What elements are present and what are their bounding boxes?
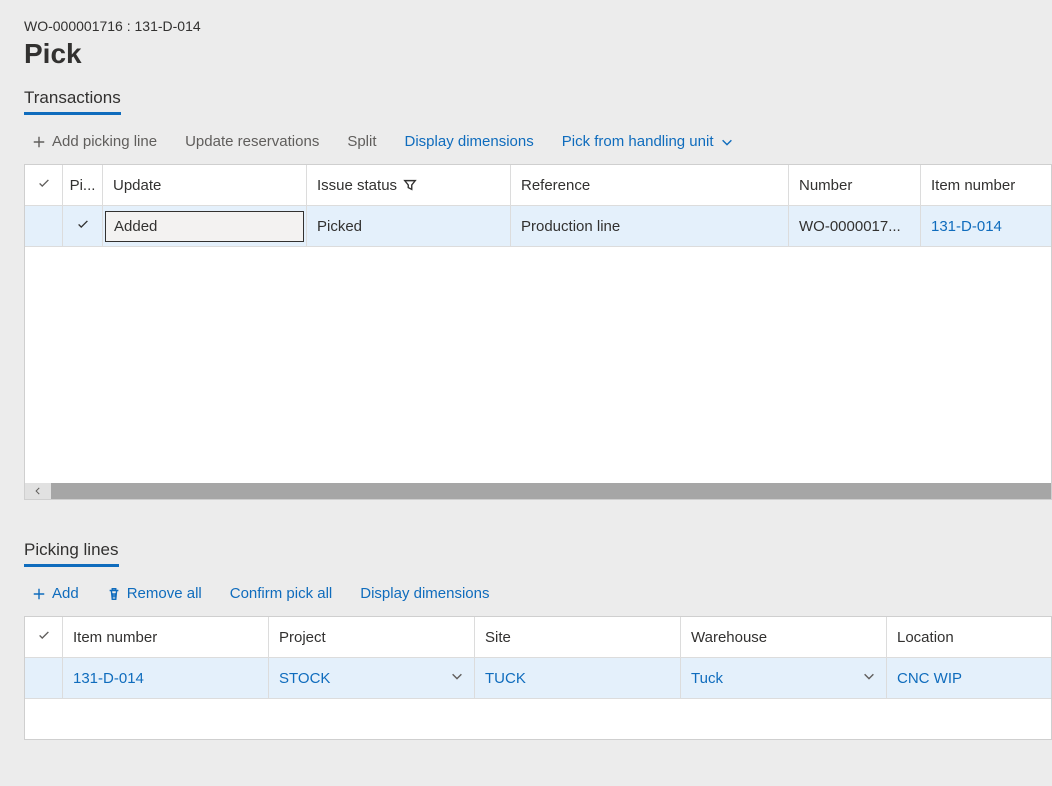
checkmark-icon bbox=[76, 217, 90, 235]
transactions-header-row: Pi... Update Issue status Reference Numb… bbox=[25, 165, 1051, 206]
add-button[interactable]: Add bbox=[32, 585, 79, 602]
chevron-down-icon bbox=[450, 669, 464, 687]
column-header-location[interactable]: Location bbox=[887, 617, 1051, 657]
update-reservations-label: Update reservations bbox=[185, 133, 319, 150]
row-select-cell[interactable] bbox=[25, 206, 63, 246]
select-all-cell[interactable] bbox=[25, 617, 63, 657]
add-label: Add bbox=[52, 585, 79, 602]
split-label: Split bbox=[347, 133, 376, 150]
picking-lines-toolbar: Add Remove all Confirm pick all Display … bbox=[24, 581, 1052, 616]
table-row[interactable]: Added Picked Production line WO-0000017.… bbox=[25, 206, 1051, 247]
row-site-cell[interactable]: TUCK bbox=[475, 658, 681, 698]
row-update-cell[interactable]: Added bbox=[103, 206, 307, 246]
picking-display-dimensions-button[interactable]: Display dimensions bbox=[360, 585, 489, 602]
add-picking-line-label: Add picking line bbox=[52, 133, 157, 150]
display-dimensions-button[interactable]: Display dimensions bbox=[405, 133, 534, 150]
chevron-down-icon bbox=[862, 669, 876, 687]
pick-from-handling-unit-menu[interactable]: Pick from handling unit bbox=[562, 133, 734, 150]
confirm-pick-all-label: Confirm pick all bbox=[230, 585, 333, 602]
row-item-number-link[interactable]: 131-D-014 bbox=[63, 658, 269, 698]
transactions-grid: Pi... Update Issue status Reference Numb… bbox=[24, 164, 1052, 500]
breadcrumb: WO-000001716 : 131-D-014 bbox=[24, 18, 1052, 34]
column-header-issue-status-label: Issue status bbox=[317, 177, 397, 194]
column-header-issue-status[interactable]: Issue status bbox=[307, 165, 511, 205]
confirm-pick-all-button[interactable]: Confirm pick all bbox=[230, 585, 333, 602]
column-header-item-number[interactable]: Item number bbox=[921, 165, 1051, 205]
checkmark-icon bbox=[37, 176, 51, 194]
row-item-number-link[interactable]: 131-D-014 bbox=[921, 206, 1051, 246]
display-dimensions-label: Display dimensions bbox=[405, 133, 534, 150]
column-header-pi[interactable]: Pi... bbox=[63, 165, 103, 205]
row-issue-status-cell[interactable]: Picked bbox=[307, 206, 511, 246]
section-heading-transactions: Transactions bbox=[24, 88, 121, 115]
filter-icon bbox=[403, 178, 417, 192]
column-header-item-number[interactable]: Item number bbox=[63, 617, 269, 657]
plus-icon bbox=[32, 135, 46, 149]
remove-all-button[interactable]: Remove all bbox=[107, 585, 202, 602]
column-header-reference[interactable]: Reference bbox=[511, 165, 789, 205]
row-location-cell[interactable]: CNC WIP bbox=[887, 658, 1051, 698]
picking-lines-grid: Item number Project Site Warehouse Locat… bbox=[24, 616, 1052, 740]
transactions-grid-body bbox=[25, 247, 1051, 483]
picking-display-dimensions-label: Display dimensions bbox=[360, 585, 489, 602]
scroll-left-button[interactable] bbox=[25, 483, 51, 499]
column-header-warehouse[interactable]: Warehouse bbox=[681, 617, 887, 657]
plus-icon bbox=[32, 587, 46, 601]
add-picking-line-button[interactable]: Add picking line bbox=[32, 133, 157, 150]
picking-lines-grid-body bbox=[25, 699, 1051, 739]
picking-lines-header-row: Item number Project Site Warehouse Locat… bbox=[25, 617, 1051, 658]
row-warehouse-value: Tuck bbox=[691, 670, 723, 687]
select-all-cell[interactable] bbox=[25, 165, 63, 205]
checkmark-icon bbox=[37, 628, 51, 646]
page-title: Pick bbox=[24, 38, 1052, 70]
column-header-project[interactable]: Project bbox=[269, 617, 475, 657]
row-project-dropdown[interactable]: STOCK bbox=[269, 658, 475, 698]
remove-all-label: Remove all bbox=[127, 585, 202, 602]
row-select-cell[interactable] bbox=[25, 658, 63, 698]
pick-from-handling-unit-label: Pick from handling unit bbox=[562, 133, 714, 150]
column-header-number[interactable]: Number bbox=[789, 165, 921, 205]
row-number-cell[interactable]: WO-0000017... bbox=[789, 206, 921, 246]
trash-icon bbox=[107, 587, 121, 601]
column-header-site[interactable]: Site bbox=[475, 617, 681, 657]
row-pi-cell[interactable] bbox=[63, 206, 103, 246]
row-warehouse-dropdown[interactable]: Tuck bbox=[681, 658, 887, 698]
chevron-down-icon bbox=[720, 135, 734, 149]
table-row[interactable]: 131-D-014 STOCK TUCK Tuck CNC WIP bbox=[25, 658, 1051, 699]
transactions-toolbar: Add picking line Update reservations Spl… bbox=[24, 129, 1052, 164]
section-heading-picking-lines: Picking lines bbox=[24, 540, 119, 567]
column-header-update[interactable]: Update bbox=[103, 165, 307, 205]
update-reservations-button[interactable]: Update reservations bbox=[185, 133, 319, 150]
row-reference-cell[interactable]: Production line bbox=[511, 206, 789, 246]
row-project-value: STOCK bbox=[279, 670, 330, 687]
update-input[interactable]: Added bbox=[105, 211, 304, 242]
horizontal-scrollbar[interactable] bbox=[25, 483, 1051, 499]
split-button[interactable]: Split bbox=[347, 133, 376, 150]
